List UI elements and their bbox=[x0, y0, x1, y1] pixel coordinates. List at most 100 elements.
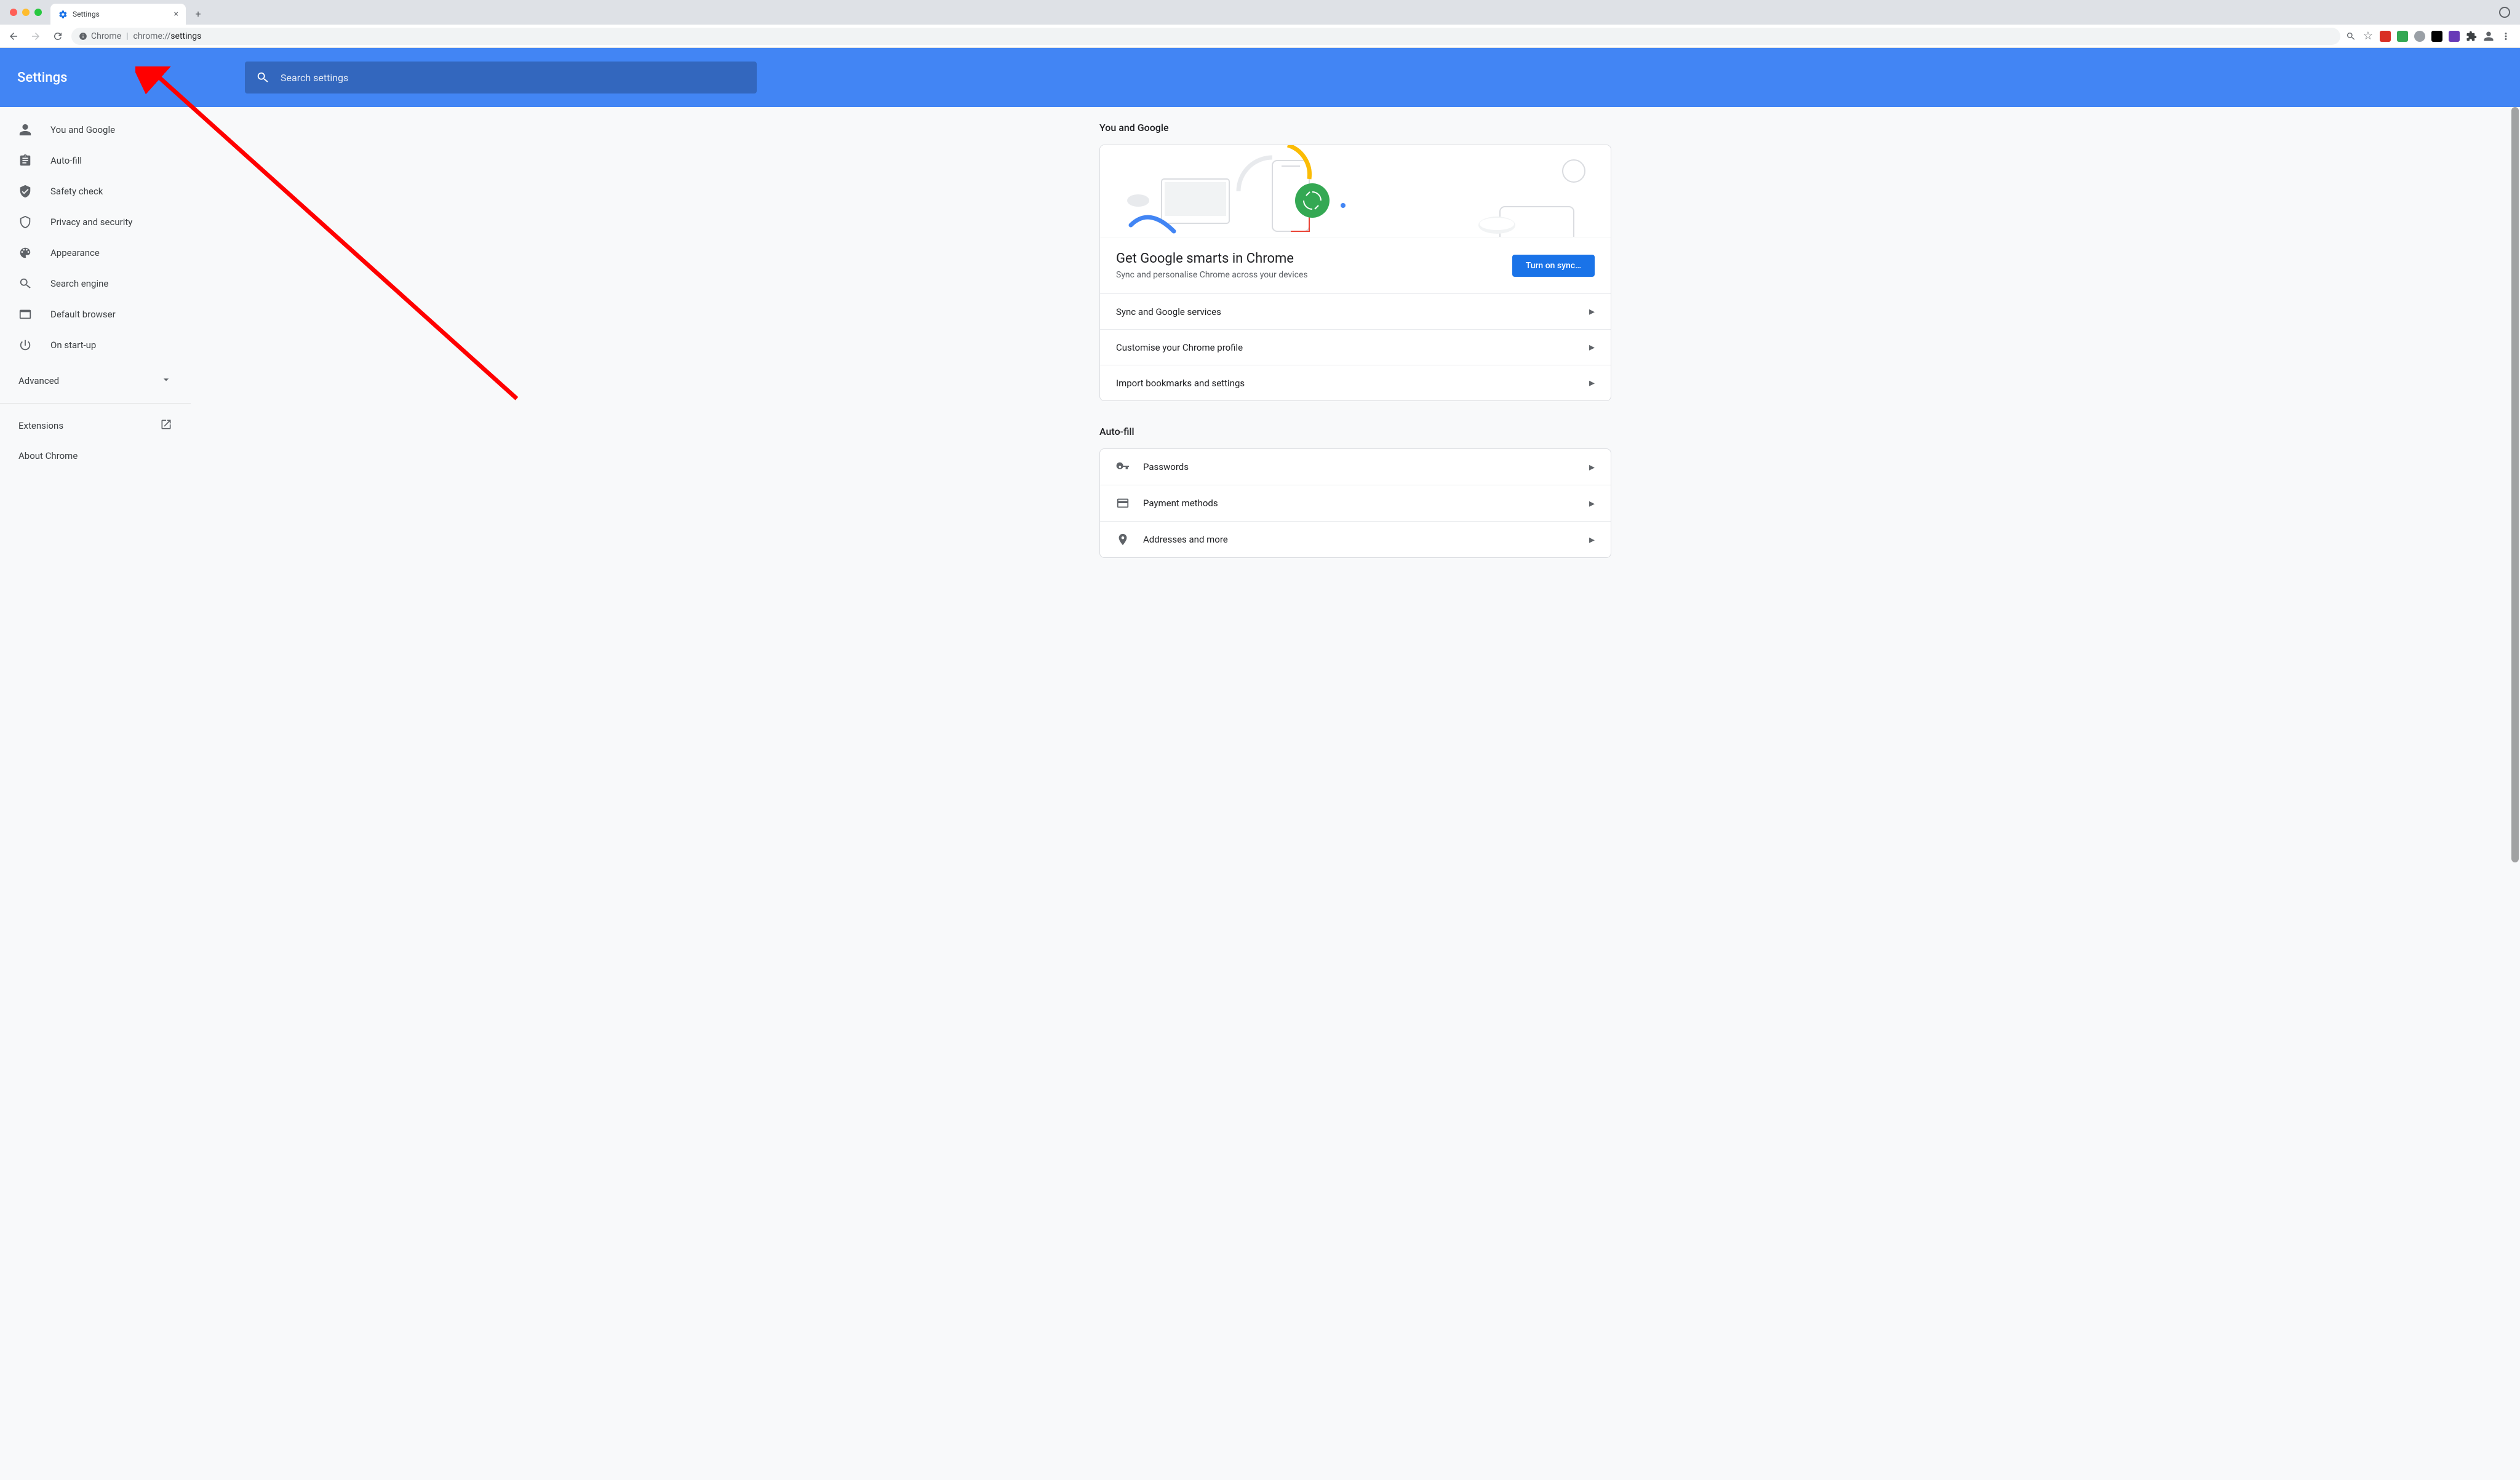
sidebar-item-label: You and Google bbox=[50, 124, 115, 135]
section-title-you-and-google: You and Google bbox=[1099, 122, 1611, 133]
sidebar-item-default-browser[interactable]: Default browser bbox=[0, 299, 191, 330]
chevron-right-icon: ▸ bbox=[1589, 376, 1595, 389]
sidebar-item-label: Safety check bbox=[50, 186, 103, 197]
sidebar-item-you-and-google[interactable]: You and Google bbox=[0, 114, 191, 145]
row-label: Sync and Google services bbox=[1116, 306, 1221, 317]
shield-check-icon bbox=[18, 185, 32, 198]
omnibox[interactable]: Chrome | chrome://settings bbox=[71, 28, 2340, 45]
address-bar: Chrome | chrome://settings ☆ bbox=[0, 25, 2520, 48]
row-label: Import bookmarks and settings bbox=[1116, 378, 1245, 389]
row-passwords[interactable]: Passwords ▸ bbox=[1100, 449, 1611, 485]
site-info-icon[interactable]: Chrome bbox=[79, 31, 121, 41]
row-label: Payment methods bbox=[1143, 498, 1218, 509]
sidebar-advanced-toggle[interactable]: Advanced bbox=[0, 364, 191, 397]
chevron-right-icon: ▸ bbox=[1589, 305, 1595, 318]
chevron-right-icon: ▸ bbox=[1589, 497, 1595, 510]
autofill-card: Passwords ▸ Payment methods ▸ Addresses … bbox=[1099, 448, 1611, 558]
sidebar-item-startup[interactable]: On start-up bbox=[0, 330, 191, 360]
location-icon bbox=[1116, 533, 1130, 546]
you-and-google-card: Get Google smarts in Chrome Sync and per… bbox=[1099, 145, 1611, 401]
zoom-icon[interactable] bbox=[2345, 31, 2356, 42]
back-button[interactable] bbox=[5, 28, 22, 45]
about-label: About Chrome bbox=[18, 450, 78, 461]
browser-window-icon bbox=[18, 308, 32, 321]
bookmark-star-icon[interactable]: ☆ bbox=[2362, 31, 2374, 42]
maximize-window-button[interactable] bbox=[34, 9, 42, 16]
credit-card-icon bbox=[1116, 496, 1130, 510]
row-addresses[interactable]: Addresses and more ▸ bbox=[1100, 521, 1611, 557]
scrollbar-thumb[interactable] bbox=[2511, 107, 2519, 862]
sidebar-item-label: Auto-fill bbox=[50, 155, 82, 166]
row-label: Customise your Chrome profile bbox=[1116, 342, 1243, 353]
extension-2-icon[interactable] bbox=[2397, 31, 2408, 42]
sidebar-item-autofill[interactable]: Auto-fill bbox=[0, 145, 191, 176]
row-label: Passwords bbox=[1143, 461, 1189, 472]
sidebar-item-label: Privacy and security bbox=[50, 217, 132, 228]
search-icon bbox=[18, 277, 32, 290]
sidebar-item-label: Default browser bbox=[50, 309, 116, 320]
extensions-puzzle-icon[interactable] bbox=[2466, 31, 2477, 42]
sidebar-extensions-link[interactable]: Extensions bbox=[0, 410, 191, 442]
open-in-new-icon bbox=[160, 418, 172, 433]
row-customise-profile[interactable]: Customise your Chrome profile ▸ bbox=[1100, 329, 1611, 365]
person-icon bbox=[18, 123, 32, 137]
key-icon bbox=[1116, 460, 1130, 474]
incognito-indicator-icon[interactable] bbox=[2499, 7, 2510, 18]
settings-header: Settings bbox=[0, 48, 2520, 107]
row-import-bookmarks[interactable]: Import bookmarks and settings ▸ bbox=[1100, 365, 1611, 400]
tab-title: Settings bbox=[73, 10, 169, 18]
reload-button[interactable] bbox=[49, 28, 66, 45]
sync-prompt-row: Get Google smarts in Chrome Sync and per… bbox=[1100, 237, 1611, 293]
close-tab-icon[interactable]: × bbox=[174, 9, 178, 19]
sidebar-item-label: Search engine bbox=[50, 278, 108, 289]
extension-1-icon[interactable] bbox=[2380, 31, 2391, 42]
sidebar-item-privacy[interactable]: Privacy and security bbox=[0, 207, 191, 237]
tab-bar: Settings × + bbox=[0, 0, 2520, 25]
row-label: Addresses and more bbox=[1143, 534, 1228, 545]
close-window-button[interactable] bbox=[10, 9, 17, 16]
chevron-right-icon: ▸ bbox=[1589, 341, 1595, 354]
omnibox-chip-label: Chrome bbox=[91, 31, 121, 41]
turn-on-sync-button[interactable]: Turn on sync… bbox=[1512, 255, 1595, 277]
sync-heading: Get Google smarts in Chrome bbox=[1116, 251, 1308, 266]
main-content: You and Google bbox=[191, 107, 2520, 1480]
row-sync-services[interactable]: Sync and Google services ▸ bbox=[1100, 293, 1611, 329]
search-input[interactable] bbox=[281, 72, 746, 84]
search-icon bbox=[256, 71, 269, 84]
section-title-autofill: Auto-fill bbox=[1099, 426, 1611, 437]
search-settings-box[interactable] bbox=[245, 62, 757, 93]
palette-icon bbox=[18, 246, 32, 260]
hero-illustration bbox=[1100, 145, 1611, 237]
sidebar: You and Google Auto-fill Safety check Pr… bbox=[0, 107, 191, 1480]
extensions-label: Extensions bbox=[18, 420, 63, 431]
page-title: Settings bbox=[17, 70, 220, 86]
sidebar-item-safety-check[interactable]: Safety check bbox=[0, 176, 191, 207]
omnibox-divider: | bbox=[126, 31, 128, 41]
extension-3-icon[interactable] bbox=[2414, 31, 2425, 42]
power-icon bbox=[18, 338, 32, 352]
shield-icon bbox=[18, 215, 32, 229]
sidebar-item-label: Appearance bbox=[50, 247, 100, 258]
extension-4-icon[interactable] bbox=[2431, 31, 2442, 42]
row-payment-methods[interactable]: Payment methods ▸ bbox=[1100, 485, 1611, 521]
sidebar-item-appearance[interactable]: Appearance bbox=[0, 237, 191, 268]
advanced-label: Advanced bbox=[18, 375, 59, 386]
sidebar-item-search-engine[interactable]: Search engine bbox=[0, 268, 191, 299]
gear-icon bbox=[58, 9, 68, 19]
minimize-window-button[interactable] bbox=[22, 9, 30, 16]
profile-avatar-icon[interactable] bbox=[2483, 31, 2494, 42]
forward-button[interactable] bbox=[27, 28, 44, 45]
browser-tab[interactable]: Settings × bbox=[50, 4, 186, 25]
kebab-menu-icon[interactable] bbox=[2500, 31, 2511, 42]
chevron-down-icon bbox=[160, 373, 172, 388]
sidebar-divider bbox=[0, 403, 191, 404]
sidebar-about-link[interactable]: About Chrome bbox=[0, 442, 191, 470]
sync-subtext: Sync and personalise Chrome across your … bbox=[1116, 270, 1308, 280]
chevron-right-icon: ▸ bbox=[1589, 461, 1595, 474]
omnibox-url: chrome://settings bbox=[134, 31, 202, 41]
chevron-right-icon: ▸ bbox=[1589, 533, 1595, 546]
clipboard-icon bbox=[18, 154, 32, 167]
new-tab-button[interactable]: + bbox=[189, 5, 207, 22]
window-controls bbox=[5, 9, 47, 16]
extension-5-icon[interactable] bbox=[2449, 31, 2460, 42]
